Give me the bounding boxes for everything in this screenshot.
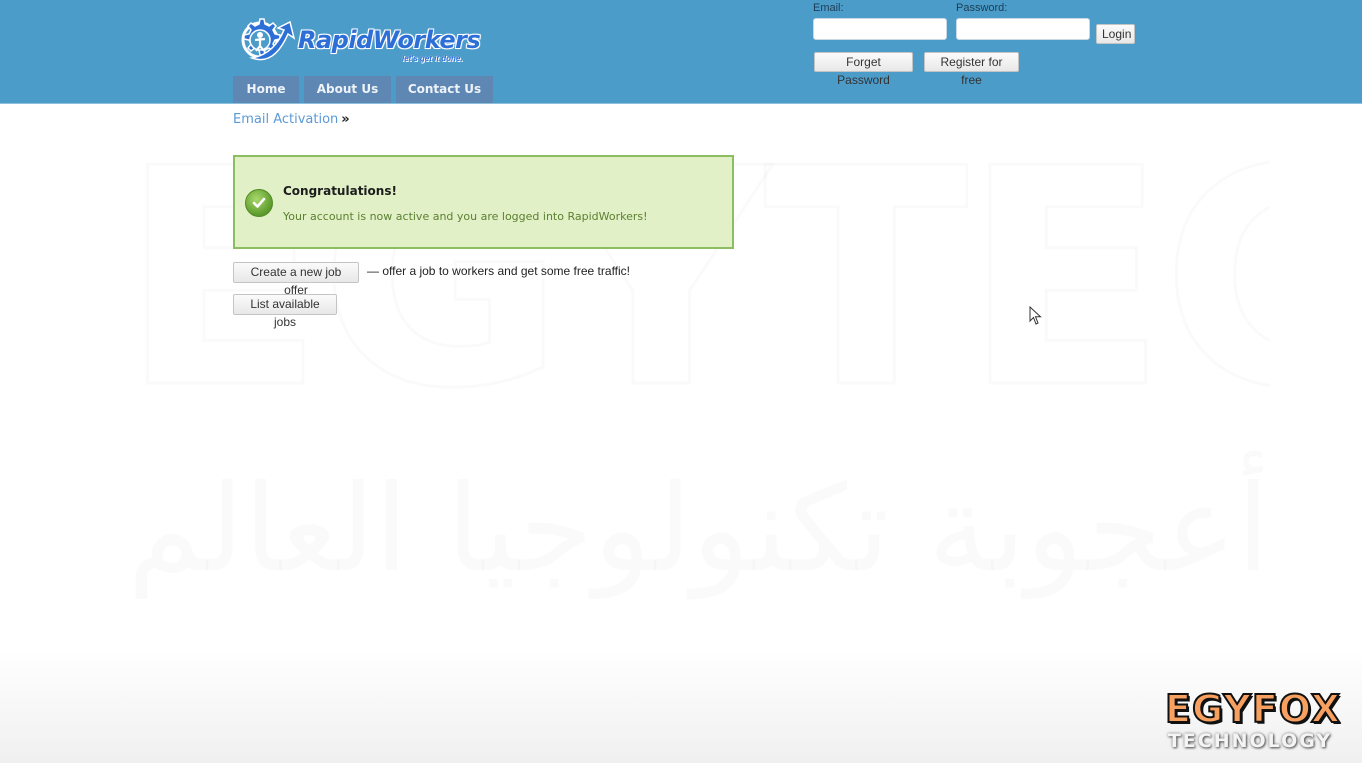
breadcrumb: Email Activation» [233, 112, 350, 127]
create-job-description: — offer a job to workers and get some fr… [367, 264, 631, 278]
email-field[interactable] [813, 18, 947, 40]
email-label: Email: [813, 2, 844, 14]
main-nav: Home About Us Contact Us [233, 76, 493, 103]
logo-tagline: let's get it done. [402, 54, 463, 63]
breadcrumb-separator: » [341, 112, 350, 127]
checkmark-icon [245, 189, 273, 217]
watermark-arabic-text: أعجوبة تكنولوجيا العالم العربي [100, 450, 1270, 610]
password-field[interactable] [956, 18, 1090, 40]
site-logo[interactable]: RapidWorkers let's get it done. [234, 14, 484, 70]
mouse-cursor-icon [1029, 306, 1042, 325]
breadcrumb-email-activation[interactable]: Email Activation [233, 112, 338, 127]
logo-wordmark: RapidWorkers [298, 26, 481, 54]
egyfox-overlay-logo: EGYFOX TECHNOLOGY [1164, 687, 1342, 752]
egyfox-logo-text: EGYFOX [1164, 687, 1342, 731]
nav-about-us[interactable]: About Us [304, 76, 391, 103]
nav-home[interactable]: Home [233, 76, 299, 103]
technology-logo-text: TECHNOLOGY [1167, 730, 1333, 752]
success-title: Congratulations! [283, 184, 397, 198]
nav-contact-us[interactable]: Contact Us [396, 76, 493, 103]
gear-arrow-logo-icon [241, 18, 296, 61]
login-button[interactable]: Login [1096, 24, 1135, 44]
success-message: Your account is now active and you are l… [283, 210, 648, 223]
forgot-password-button[interactable]: Forget Password [814, 52, 913, 87]
success-notice: Congratulations! Your account is now act… [233, 155, 734, 249]
register-button[interactable]: Register for free [924, 52, 1019, 87]
list-available-jobs-button[interactable]: List available jobs [233, 294, 337, 329]
site-header: RapidWorkers let's get it done. Home Abo… [0, 0, 1362, 104]
create-job-offer-button[interactable]: Create a new job offer [233, 262, 359, 297]
password-label: Password: [956, 2, 1008, 14]
